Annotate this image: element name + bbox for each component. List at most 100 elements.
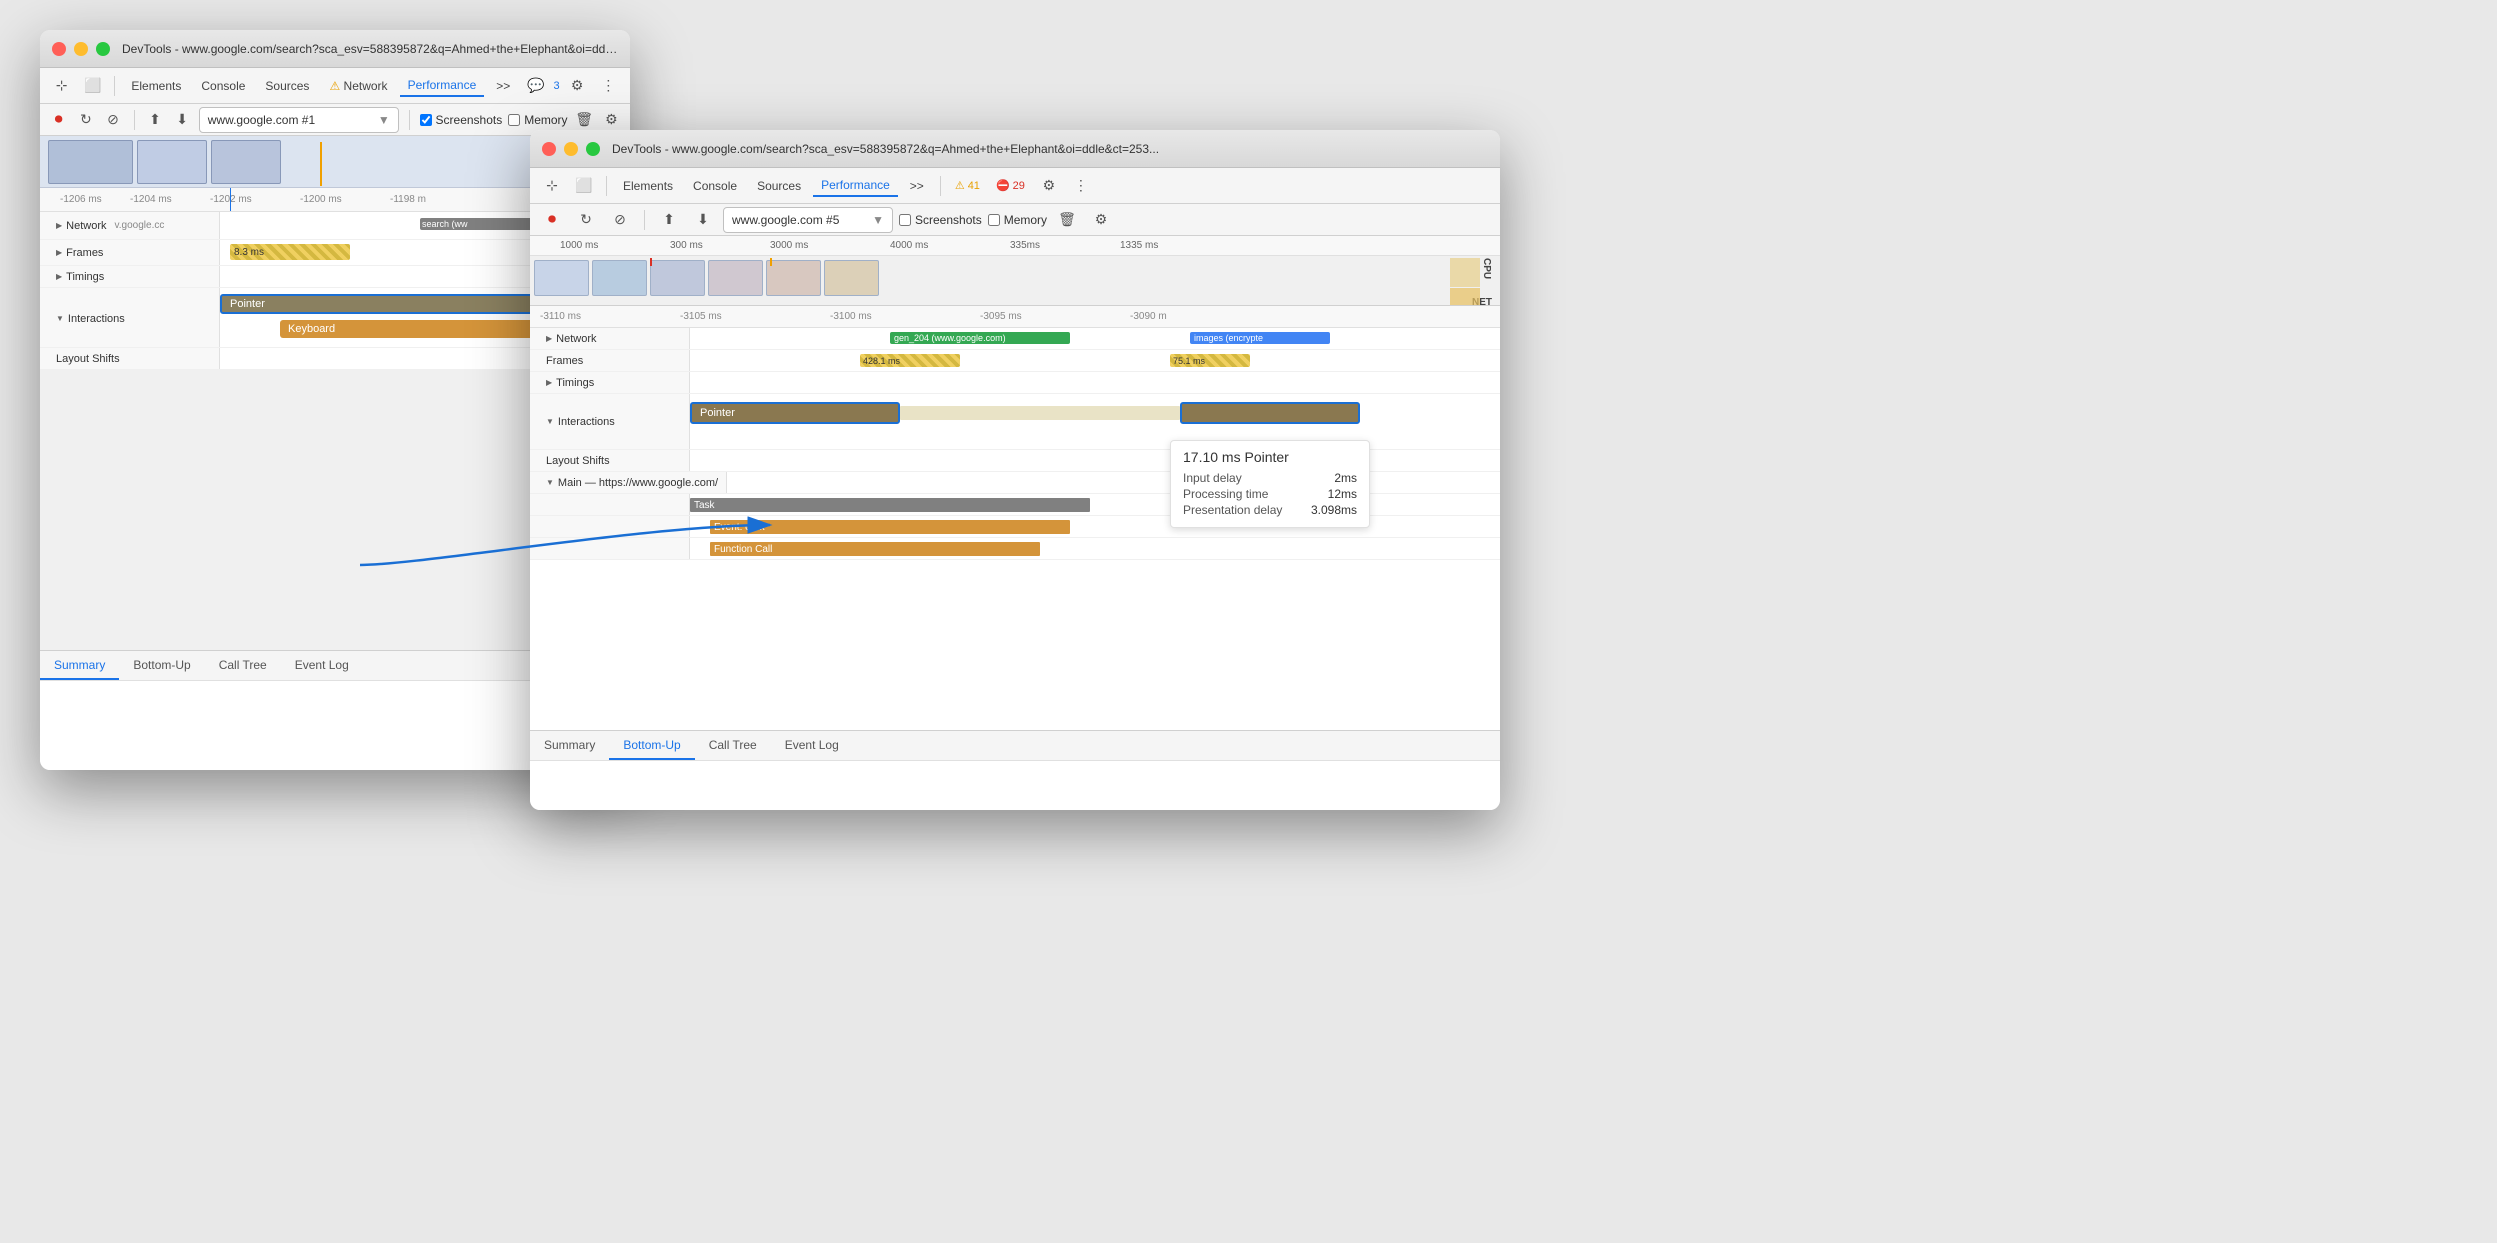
function-call-bar-2: Function Call xyxy=(710,542,1040,556)
tooltip-presentation: Presentation delay 3.098ms xyxy=(1183,503,1357,517)
tab-performance-2[interactable]: Performance xyxy=(813,175,898,197)
net-bar-gen204: gen_204 (www.google.com) xyxy=(890,332,1070,344)
event-click-bar-2: Event: click xyxy=(710,520,1070,534)
summary-tab-2[interactable]: Summary xyxy=(530,731,609,760)
screen-thumb-2-4 xyxy=(708,260,763,296)
cpu-label: CPU xyxy=(1481,258,1492,279)
clear-btn-1[interactable]: ⊘ xyxy=(102,106,123,134)
screenshot-strip-2 xyxy=(530,258,1500,298)
tab-network-1[interactable]: ⚠ Network xyxy=(321,76,395,96)
tab-elements-2[interactable]: Elements xyxy=(615,176,681,196)
warning-badge-2: ⚠41 xyxy=(949,177,986,194)
layout-shifts-content-2 xyxy=(690,450,1500,471)
minimize-button-2[interactable] xyxy=(564,142,578,156)
device-icon-2[interactable]: ⬜ xyxy=(570,172,598,200)
timings-label-2: ▶ Timings xyxy=(530,372,690,393)
bottom-up-tab-1[interactable]: Bottom-Up xyxy=(119,651,204,680)
tab-console-2[interactable]: Console xyxy=(685,176,745,196)
titlebar-2: DevTools - www.google.com/search?sca_esv… xyxy=(530,130,1500,168)
settings-icon-2[interactable]: ⚙ xyxy=(1035,172,1063,200)
bottom-up-tab-2[interactable]: Bottom-Up xyxy=(609,731,694,760)
time-marker: -1198 m xyxy=(390,194,426,205)
download-btn-1[interactable]: ⬇ xyxy=(172,106,193,134)
cursor-line xyxy=(230,188,231,212)
tab-sources-1[interactable]: Sources xyxy=(257,76,317,96)
tab-console-1[interactable]: Console xyxy=(193,76,253,96)
download-btn-2[interactable]: ⬇ xyxy=(689,206,717,234)
more-options-1[interactable]: ⋮ xyxy=(595,72,622,100)
frames-val-2: 75.1 ms xyxy=(1170,354,1250,367)
event-content: Event: click xyxy=(690,516,1500,537)
inspect-icon[interactable]: ⊹ xyxy=(48,72,75,100)
interactions-label-2: ▼ Interactions xyxy=(530,394,690,449)
network-content-2: gen_204 (www.google.com) images (encrypt… xyxy=(690,328,1500,349)
window-title-2: DevTools - www.google.com/search?sca_esv… xyxy=(612,142,1488,156)
upload-btn-2[interactable]: ⬆ xyxy=(655,206,683,234)
network-track-2: ▶ Network gen_204 (www.google.com) image… xyxy=(530,328,1500,350)
close-button-1[interactable] xyxy=(52,42,66,56)
trash-icon-2[interactable]: 🗑 xyxy=(1053,206,1081,234)
memory-check-2[interactable]: Memory xyxy=(988,213,1047,227)
call-tree-tab-2[interactable]: Call Tree xyxy=(695,731,771,760)
pointer-bar-middle xyxy=(900,406,1180,420)
memory-check-1[interactable]: Memory xyxy=(508,113,567,127)
settings-icon-1[interactable]: ⚙ xyxy=(564,72,591,100)
pointer-bar-right[interactable] xyxy=(1180,402,1360,424)
net-bar-images: images (encrypte xyxy=(1190,332,1330,344)
summary-tab-1[interactable]: Summary xyxy=(40,651,119,680)
minimize-button-1[interactable] xyxy=(74,42,88,56)
record-btn-1[interactable]: ⏺ xyxy=(48,106,69,134)
tooltip-input-delay: Input delay 2ms xyxy=(1183,471,1357,485)
task-bar-2: Task xyxy=(690,498,1090,512)
task-content: Task xyxy=(690,494,1500,515)
tab-sources-2[interactable]: Sources xyxy=(749,176,809,196)
more-tabs-2[interactable]: >> xyxy=(902,176,932,196)
frames-label-2: Frames xyxy=(530,350,690,371)
perf-toolbar-2: ⏺ ↻ ⊘ ⬆ ⬇ www.google.com #5 ▼ Screenshot… xyxy=(530,204,1500,236)
maximize-button-1[interactable] xyxy=(96,42,110,56)
screenshots-check-1[interactable]: Screenshots xyxy=(420,113,503,127)
address-bar-1[interactable]: www.google.com #1 ▼ xyxy=(199,107,399,133)
screenshot-thumb xyxy=(137,140,207,184)
tab-elements-1[interactable]: Elements xyxy=(123,76,189,96)
pointer-tooltip: 17.10 ms Pointer Input delay 2ms Process… xyxy=(1170,440,1370,528)
perf-settings-2[interactable]: ⚙ xyxy=(1087,206,1115,234)
keyboard-bar-1[interactable]: Keyboard xyxy=(280,320,540,338)
call-tree-tab-1[interactable]: Call Tree xyxy=(205,651,281,680)
more-tabs-1[interactable]: >> xyxy=(488,76,518,96)
chat-icon[interactable]: 💬 xyxy=(522,72,549,100)
window-title-1: DevTools - www.google.com/search?sca_esv… xyxy=(122,42,618,56)
inspect-icon-2[interactable]: ⊹ xyxy=(538,172,566,200)
reload-btn-2[interactable]: ↻ xyxy=(572,206,600,234)
bottom-content-2 xyxy=(530,761,1500,777)
event-label xyxy=(530,516,690,537)
warning-marker xyxy=(770,258,772,266)
device-icon[interactable]: ⬜ xyxy=(79,72,106,100)
screenshot-thumb xyxy=(48,140,133,184)
main-toolbar-2: ⊹ ⬜ Elements Console Sources Performance… xyxy=(530,168,1500,204)
screenshots-check-2[interactable]: Screenshots xyxy=(899,213,982,227)
pointer-bar-highlighted[interactable]: Pointer xyxy=(220,294,540,314)
more-options-2[interactable]: ⋮ xyxy=(1067,172,1095,200)
upload-btn-1[interactable]: ⬆ xyxy=(144,106,165,134)
close-button-2[interactable] xyxy=(542,142,556,156)
screen-thumb-2-5 xyxy=(766,260,821,296)
address-bar-2[interactable]: www.google.com #5 ▼ xyxy=(723,207,893,233)
clear-btn-2[interactable]: ⊘ xyxy=(606,206,634,234)
separator xyxy=(114,76,115,96)
maximize-button-2[interactable] xyxy=(586,142,600,156)
event-log-tab-1[interactable]: Event Log xyxy=(281,651,363,680)
bottom-tabs-2: Summary Bottom-Up Call Tree Event Log xyxy=(530,731,1500,761)
overview-area-2: 1000 ms 300 ms 3000 ms 4000 ms 335ms 133… xyxy=(530,236,1500,306)
reload-btn-1[interactable]: ↻ xyxy=(75,106,96,134)
pointer-bar-left[interactable]: Pointer xyxy=(690,402,900,424)
error-badge-2: ⛔29 xyxy=(990,177,1031,194)
event-log-tab-2[interactable]: Event Log xyxy=(771,731,853,760)
error-marker xyxy=(650,258,652,266)
interactions-label-1: ▼ Interactions xyxy=(40,288,220,347)
timings-track-2: ▶ Timings xyxy=(530,372,1500,394)
record-btn-2[interactable]: ⏺ xyxy=(538,206,566,234)
cpu-mini xyxy=(1450,258,1480,306)
timings-content-2 xyxy=(690,372,1500,393)
tab-performance-1[interactable]: Performance xyxy=(400,75,485,97)
